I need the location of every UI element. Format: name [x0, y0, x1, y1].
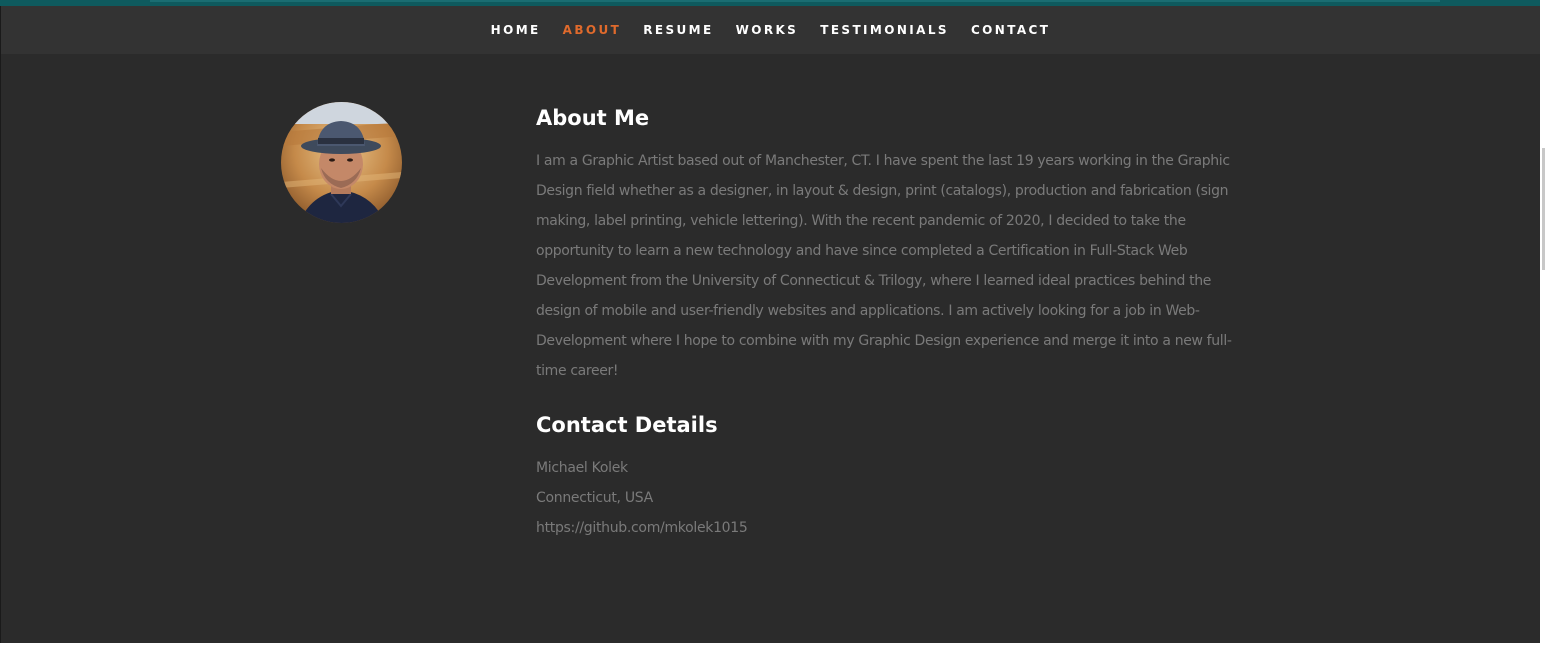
- about-section: About Me I am a Graphic Artist based out…: [1, 54, 1540, 643]
- nav-item-contact[interactable]: CONTACT: [960, 23, 1061, 37]
- contact-heading: Contact Details: [536, 413, 718, 437]
- nav-item-resume[interactable]: RESUME: [632, 23, 724, 37]
- about-content: About Me I am a Graphic Artist based out…: [536, 102, 1236, 543]
- about-heading: About Me: [536, 106, 650, 130]
- nav-list: HOME ABOUT RESUME WORKS TESTIMONIALS CON…: [480, 23, 1062, 37]
- nav-item-testimonials[interactable]: TESTIMONIALS: [809, 23, 960, 37]
- contact-details: Michael Kolek Connecticut, USA https://g…: [536, 453, 1236, 543]
- profile-photo: [281, 102, 402, 223]
- main-nav: HOME ABOUT RESUME WORKS TESTIMONIALS CON…: [1, 6, 1540, 54]
- nav-item-works[interactable]: WORKS: [725, 23, 810, 37]
- scrollbar-track[interactable]: [1540, 0, 1545, 651]
- nav-item-home[interactable]: HOME: [480, 23, 552, 37]
- about-bio: I am a Graphic Artist based out of Manch…: [536, 153, 1232, 379]
- contact-location: Connecticut, USA: [536, 490, 653, 506]
- contact-name: Michael Kolek: [536, 460, 628, 476]
- profile-avatar: [281, 102, 402, 223]
- top-accent-highlight: [150, 0, 1440, 2]
- contact-github-link[interactable]: https://github.com/mkolek1015: [536, 513, 1236, 543]
- nav-item-about[interactable]: ABOUT: [552, 23, 633, 37]
- page: HOME ABOUT RESUME WORKS TESTIMONIALS CON…: [0, 0, 1545, 651]
